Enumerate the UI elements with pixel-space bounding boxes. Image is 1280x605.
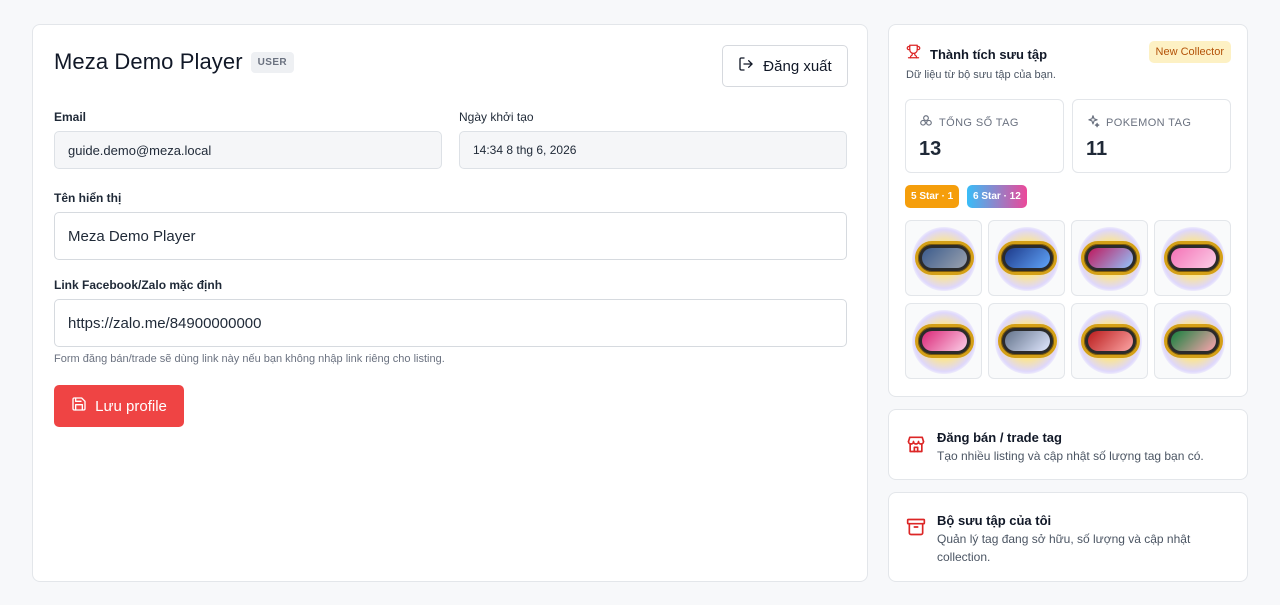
- star-chip-6: 6 Star · 12: [967, 185, 1027, 208]
- logout-icon: [738, 56, 754, 76]
- collector-badge: New Collector: [1148, 41, 1231, 63]
- collection-tag-tile[interactable]: [988, 220, 1065, 296]
- sparkles-icon: [1086, 114, 1100, 131]
- tag-art: [1005, 248, 1050, 268]
- email-field: guide.demo@meza.local: [54, 131, 442, 169]
- created-label: Ngày khởi tạo: [459, 110, 534, 124]
- page-title: Meza Demo Player: [54, 49, 243, 74]
- tag-art: [1171, 331, 1216, 351]
- tag-art: [1005, 331, 1050, 351]
- logout-label: Đăng xuất: [763, 57, 832, 75]
- link-input[interactable]: [54, 299, 847, 347]
- achievements-title: Thành tích sưu tập: [930, 46, 1048, 62]
- achievements-card: Thành tích sưu tập New Collector Dữ liệu…: [888, 24, 1248, 397]
- collection-tag-tile[interactable]: [1154, 303, 1231, 379]
- tag-capsule: [1164, 324, 1223, 358]
- collection-tag-tile[interactable]: [1071, 220, 1148, 296]
- my-collection-link[interactable]: Bộ sưu tập của tôi Quản lý tag đang sở h…: [888, 492, 1248, 582]
- stat-pokemon-label-row: POKEMON TAG: [1086, 114, 1191, 131]
- tag-capsule: [915, 241, 974, 275]
- display-name-input[interactable]: [54, 212, 847, 260]
- profile-title-row: Meza Demo Player USER: [54, 49, 295, 75]
- tag-art: [1088, 331, 1133, 351]
- sell-trade-title: Đăng bán / trade tag: [937, 430, 1062, 445]
- tag-capsule: [915, 324, 974, 358]
- stat-total-label-row: TỔNG SỐ TAG: [919, 114, 1019, 131]
- tag-art: [1171, 248, 1216, 268]
- tag-capsule: [1164, 241, 1223, 275]
- collection-tag-tile[interactable]: [905, 220, 982, 296]
- logout-button[interactable]: Đăng xuất: [722, 45, 848, 87]
- sell-trade-desc: Tạo nhiều listing và cập nhật số lượng t…: [937, 449, 1204, 463]
- sell-trade-link[interactable]: Đăng bán / trade tag Tạo nhiều listing v…: [888, 409, 1248, 480]
- stat-total-label: TỔNG SỐ TAG: [939, 116, 1019, 129]
- my-collection-title: Bộ sưu tập của tôi: [937, 513, 1052, 528]
- tag-capsule: [998, 241, 1057, 275]
- star-chip-5: 5 Star · 1: [905, 185, 960, 208]
- trophy-icon: [906, 44, 921, 64]
- profile-card: Meza Demo Player USER Đăng xuất Email gu…: [32, 24, 868, 582]
- save-profile-button[interactable]: Lưu profile: [54, 385, 184, 427]
- link-label: Link Facebook/Zalo mặc định: [54, 278, 223, 292]
- cherries-icon: [919, 114, 933, 131]
- stat-pokemon-label: POKEMON TAG: [1106, 116, 1192, 129]
- created-value: 14:34 8 thg 6, 2026: [473, 143, 577, 157]
- link-help-text: Form đăng bán/trade sẽ dùng link này nếu…: [54, 353, 445, 365]
- collection-tag-tile[interactable]: [1071, 303, 1148, 379]
- collection-tag-tile[interactable]: [988, 303, 1065, 379]
- tag-capsule: [1081, 241, 1140, 275]
- stat-pokemon-value: 11: [1086, 138, 1108, 160]
- achievements-header: Thành tích sưu tập: [906, 44, 1047, 64]
- tag-art: [922, 248, 967, 268]
- achievements-subtitle: Dữ liệu từ bộ sưu tập của bạn.: [906, 69, 1056, 81]
- stat-pokemon-tags: POKEMON TAG 11: [1072, 99, 1231, 173]
- save-label: Lưu profile: [95, 397, 167, 415]
- save-icon: [71, 396, 87, 416]
- tag-art: [922, 331, 967, 351]
- tag-art: [1088, 248, 1133, 268]
- collection-tag-tile[interactable]: [905, 303, 982, 379]
- tag-capsule: [1081, 324, 1140, 358]
- email-value: guide.demo@meza.local: [68, 142, 212, 158]
- tag-capsule: [998, 324, 1057, 358]
- created-field: 14:34 8 thg 6, 2026: [459, 131, 847, 169]
- role-badge: USER: [250, 51, 295, 73]
- display-name-label: Tên hiển thị: [54, 191, 122, 205]
- my-collection-desc: Quản lý tag đang sở hữu, số lượng và cập…: [937, 532, 1191, 564]
- stat-total-tags: TỔNG SỐ TAG 13: [905, 99, 1064, 173]
- archive-icon: [906, 517, 926, 542]
- stat-total-value: 13: [919, 138, 942, 160]
- collection-tag-tile[interactable]: [1154, 220, 1231, 296]
- store-icon: [906, 434, 926, 459]
- email-label: Email: [54, 110, 87, 124]
